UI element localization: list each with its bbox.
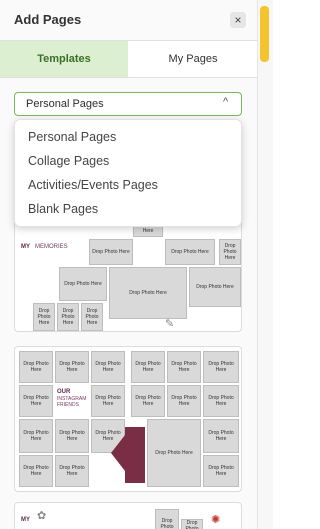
tab-templates[interactable]: Templates (0, 41, 128, 77)
photo-drop-zone: Drop Photo Here (189, 267, 241, 307)
category-dropdown-menu: Personal Pages Collage Pages Activities/… (14, 119, 242, 227)
photo-drop-zone: Drop Photo Here (19, 385, 53, 417)
option-personal-pages[interactable]: Personal Pages (28, 130, 116, 144)
photo-drop-zone: Drop Photo Here (203, 419, 239, 453)
photo-drop-zone: Drop Photo Here (203, 351, 239, 383)
template-heading-memories: MEMORIES (35, 244, 68, 250)
template-heading-my: MY (21, 244, 30, 250)
panel-header: Add Pages × (0, 0, 257, 38)
photo-drop-zone: Drop Photo Here (19, 455, 53, 487)
phone-frame-icon (125, 427, 145, 483)
template-heading-my: MY (21, 517, 30, 523)
photo-drop-zone: Drop Photo Here (91, 385, 125, 417)
template-card-my[interactable]: MY ✿ Drop Photo Drop Photo Here ✺ (14, 502, 242, 529)
arrow-decoration-icon (111, 435, 125, 471)
photo-drop-zone: Drop Photo Here (19, 351, 53, 383)
photo-drop-zone: Drop Photo Here (147, 419, 201, 487)
scrollbar[interactable] (258, 0, 273, 529)
tab-bar: Templates My Pages (0, 40, 257, 78)
photo-drop-zone: Drop Photo Here (219, 239, 241, 265)
tab-my-pages[interactable]: My Pages (128, 41, 257, 77)
photo-drop-zone: Drop Photo Here (109, 267, 187, 319)
photo-drop-zone: Drop Photo Here (203, 385, 239, 417)
template-card-my-memories[interactable]: Drop Photo Here Drop Photo Here Drop Pho… (14, 216, 242, 332)
photo-drop-zone: Drop Photo Here (19, 419, 53, 453)
photo-drop-zone: Drop Photo Here (167, 385, 201, 417)
option-collage-pages[interactable]: Collage Pages (28, 154, 109, 168)
doodle-decoration-icon: ✎ (165, 318, 175, 330)
photo-drop-zone: Drop Photo Here (203, 455, 239, 487)
photo-drop-zone: Drop Photo Here (89, 239, 133, 265)
photo-drop-zone: Drop Photo Here (165, 239, 215, 265)
photo-drop-zone: Drop Photo Here (55, 455, 89, 487)
chevron-up-icon: ^ (223, 96, 229, 108)
photo-drop-zone: Drop Photo Here (57, 303, 79, 331)
option-blank-pages[interactable]: Blank Pages (28, 202, 98, 216)
scrollbar-thumb[interactable] (260, 6, 269, 62)
photo-drop-zone: Drop Photo Here (91, 351, 125, 383)
photo-drop-zone: Drop Photo Here (59, 267, 107, 301)
photo-drop-zone: Drop Photo Here (181, 519, 203, 529)
photo-drop-zone: Drop Photo Here (55, 351, 89, 383)
page-category-select[interactable]: Personal Pages ^ (14, 92, 242, 116)
photo-drop-zone: Drop Photo Here (131, 385, 165, 417)
photo-drop-zone: Drop Photo Here (55, 419, 89, 453)
template-card-instagram-friends[interactable]: Drop Photo Here Drop Photo Here Drop Pho… (14, 346, 242, 492)
add-pages-panel: Add Pages × Templates My Pages Personal … (0, 0, 258, 529)
template-heading-friends: FRIENDS (57, 402, 79, 408)
photo-drop-zone: Drop Photo Here (33, 303, 55, 331)
doodle-decoration-icon: ✿ (37, 510, 47, 522)
close-button[interactable]: × (230, 12, 246, 28)
photo-drop-zone: Drop Photo Here (81, 303, 103, 331)
photo-drop-zone: Drop Photo (155, 509, 179, 529)
photo-drop-zone: Drop Photo Here (167, 351, 201, 383)
sticker-decoration-icon: ✺ (211, 514, 221, 526)
photo-drop-zone: Drop Photo Here (131, 351, 165, 383)
template-heading-our: OUR (57, 389, 71, 395)
panel-title: Add Pages (14, 12, 82, 27)
select-value: Personal Pages (26, 98, 104, 110)
option-activities-events-pages[interactable]: Activities/Events Pages (28, 178, 158, 192)
